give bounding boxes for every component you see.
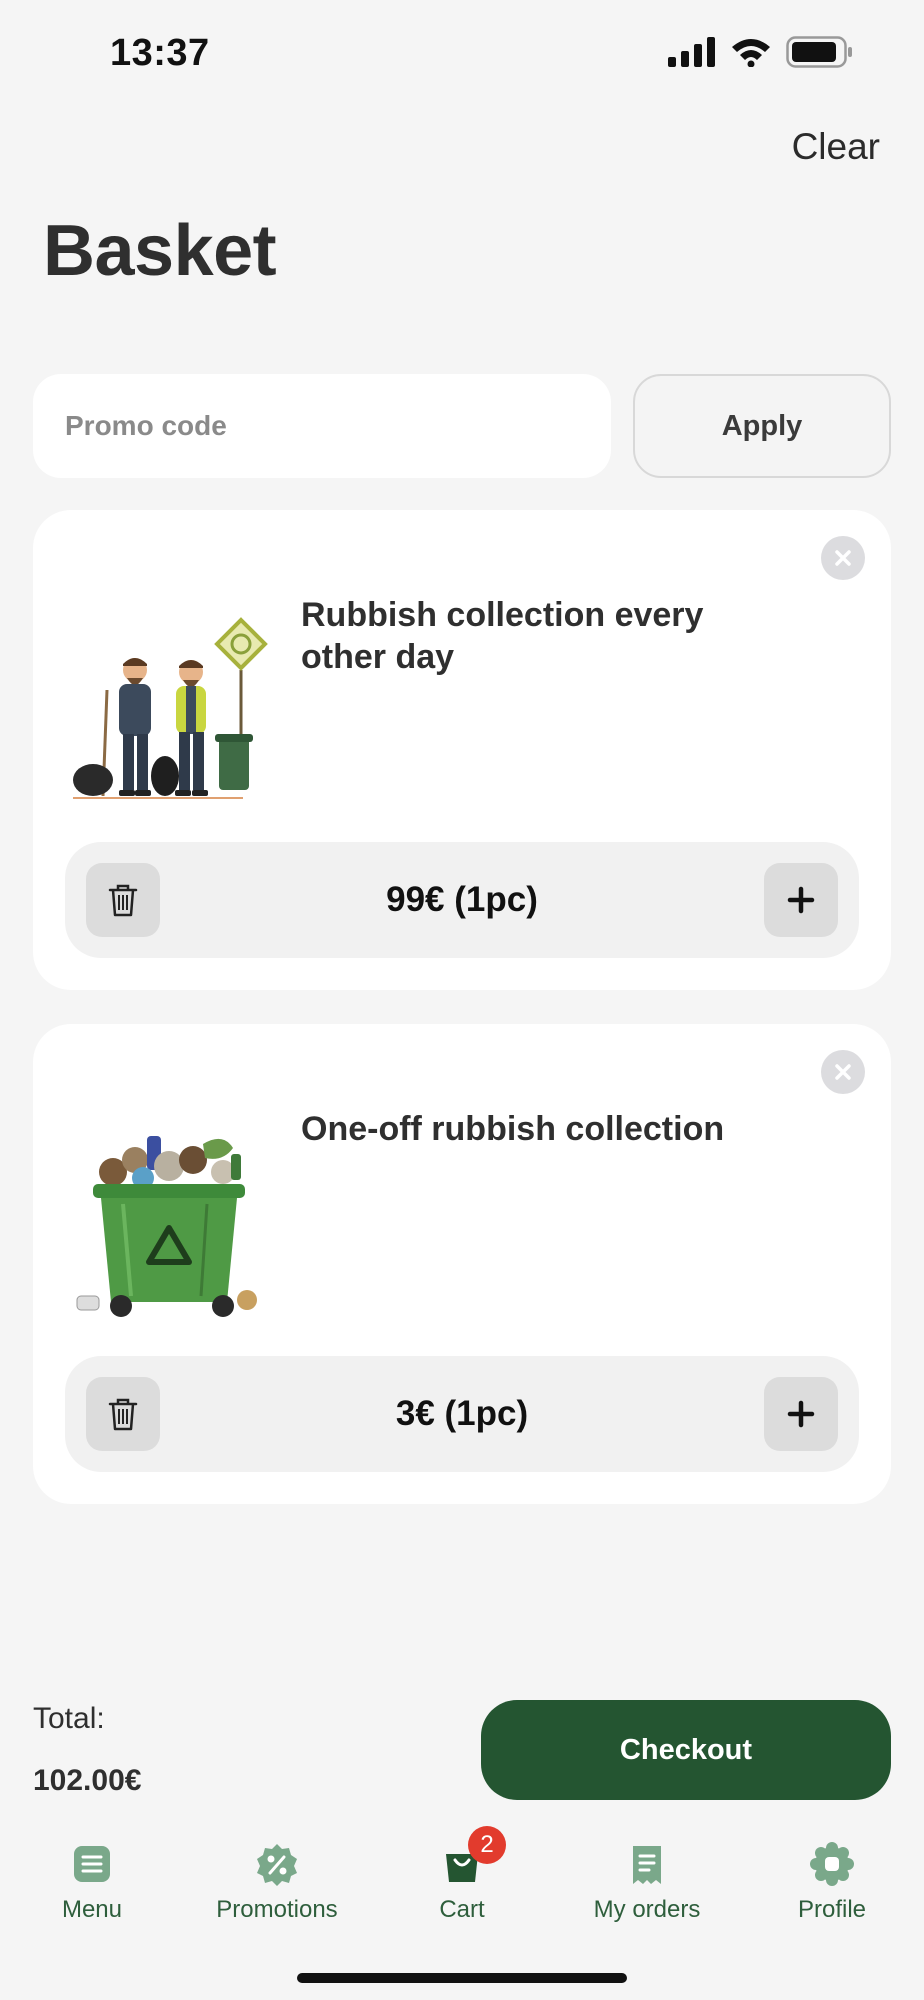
- percent-badge-icon: [255, 1842, 299, 1886]
- tab-profile[interactable]: Profile: [740, 1830, 924, 1940]
- close-icon: [835, 1064, 851, 1080]
- tab-promotions[interactable]: Promotions: [185, 1830, 369, 1940]
- page-title: Basket: [43, 211, 277, 291]
- product-title: Rubbish collection every other day: [301, 596, 704, 676]
- shopping-bag-icon: 2: [440, 1826, 506, 1886]
- price-quantity: 99€ (1pc): [386, 880, 538, 919]
- tab-label: Menu: [61, 1896, 123, 1923]
- plus-icon: [787, 886, 815, 914]
- increase-button[interactable]: [764, 863, 838, 937]
- checkout-button[interactable]: Checkout: [481, 1700, 891, 1800]
- menu-icon: [70, 1842, 114, 1886]
- profile-icon: [810, 1842, 854, 1886]
- wifi-icon: [732, 39, 770, 67]
- cart-count-badge: 2: [468, 1826, 506, 1864]
- bottom-tab-bar: Menu Promotions 2 Cart My orders Profile: [0, 1826, 924, 1940]
- tab-label: Profile: [797, 1896, 867, 1923]
- apply-button[interactable]: Apply: [633, 374, 891, 478]
- quantity-control: 3€ (1pc): [65, 1356, 859, 1472]
- tab-label: My orders: [593, 1896, 701, 1923]
- basket-item-card: Rubbish collection every other day 99€ (…: [33, 510, 891, 990]
- increase-button[interactable]: [764, 1377, 838, 1451]
- tab-label: Cart: [439, 1896, 485, 1923]
- recycling-bin-illustration: [73, 1114, 273, 1324]
- status-icons: [668, 36, 854, 68]
- total-label: Total:: [33, 1702, 105, 1735]
- tab-menu[interactable]: Menu: [0, 1830, 184, 1940]
- workers-illustration: [73, 600, 273, 810]
- receipt-icon: [625, 1842, 669, 1886]
- signal-icon: [668, 37, 715, 67]
- tab-cart[interactable]: 2 Cart: [370, 1826, 554, 1940]
- product-title: One-off rubbish collection: [301, 1110, 725, 1148]
- plus-icon: [787, 1400, 815, 1428]
- remove-item-button[interactable]: [821, 1050, 865, 1094]
- status-time: 13:37: [110, 32, 210, 74]
- quantity-control: 99€ (1pc): [65, 842, 859, 958]
- price-quantity: 3€ (1pc): [395, 1394, 529, 1433]
- promo-code-input[interactable]: [33, 374, 611, 478]
- status-bar: 13:37: [0, 0, 924, 110]
- basket-item-card: One-off rubbish collection 3€ (1pc): [33, 1024, 891, 1504]
- tab-label: Promotions: [216, 1896, 338, 1923]
- battery-icon: [786, 36, 852, 68]
- remove-item-button[interactable]: [821, 536, 865, 580]
- close-icon: [835, 550, 851, 566]
- home-indicator[interactable]: [297, 1973, 627, 1983]
- total-value: 102.00€: [33, 1764, 142, 1797]
- clear-button[interactable]: Clear: [792, 126, 880, 168]
- tab-my-orders[interactable]: My orders: [555, 1830, 739, 1940]
